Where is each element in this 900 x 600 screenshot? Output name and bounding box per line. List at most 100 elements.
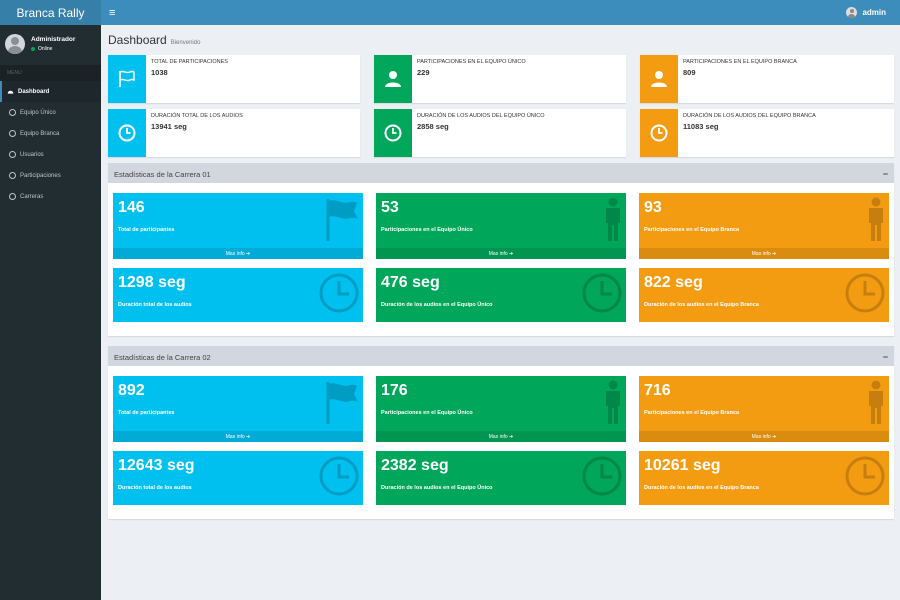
stat-label: Total de participantes — [118, 227, 175, 233]
sidebar-item-equipo-unico[interactable]: Equipo Único — [0, 102, 101, 123]
clock-icon — [845, 273, 885, 313]
stat-label: Participaciones en el Equipo Branca — [644, 410, 740, 416]
clock-icon — [640, 109, 678, 157]
main-content: Dashboard Bienvenido TOTAL DE PARTICIPAC… — [101, 25, 900, 600]
top-header: Branca Rally ≡ admin — [0, 0, 900, 25]
stat-value: 822 seg — [644, 274, 703, 291]
app-logo[interactable]: Branca Rally — [0, 0, 101, 25]
arrow-circle-right-icon: ➜ — [246, 250, 251, 257]
more-info-link[interactable]: Mas info ➜ — [376, 431, 626, 442]
info-box-value: 1038 — [151, 68, 168, 77]
info-box-value: 11083 seg — [683, 122, 719, 131]
stat-label: Participaciones en el Equipo Único — [381, 410, 473, 416]
more-info-label: Mas info — [488, 433, 508, 440]
page-title: Dashboard — [108, 33, 167, 47]
stat-value: 176 — [381, 382, 408, 399]
stat-label: Duración de los audios en el Equipo Bran… — [644, 485, 759, 491]
more-info-label: Mas info — [488, 250, 508, 257]
sidebar: Administrador Online MENU Dashboard Equi… — [0, 25, 101, 600]
arrow-circle-right-icon: ➜ — [772, 250, 777, 257]
circle-icon — [9, 151, 16, 158]
stat-label: Duración de los audios en el Equipo Bran… — [644, 302, 759, 308]
stat-box-duracion-total: 12643 seg Duración total de los audios — [113, 451, 363, 505]
user-menu[interactable]: admin — [846, 7, 886, 18]
info-box-duracion-total: DURACIÓN TOTAL DE LOS AUDIOS 13941 seg — [108, 109, 360, 157]
stat-value: 476 seg — [381, 274, 440, 291]
clock-icon — [845, 456, 885, 496]
sidebar-item-label: Usuarios — [20, 151, 44, 158]
stat-value: 1298 seg — [118, 274, 186, 291]
stat-label: Total de participantes — [118, 410, 175, 416]
stat-label: Duración total de los audios — [118, 302, 192, 308]
info-box-value: 809 — [683, 68, 696, 77]
section-carrera-01: Estadísticas de la Carrera 01 − 146 Tota… — [108, 163, 894, 336]
stat-label: Duración de los audios en el Equipo Únic… — [381, 485, 493, 491]
stat-box-duracion-total: 1298 seg Duración total de los audios — [113, 268, 363, 322]
stat-box-participaciones-unico: 176 Participaciones en el Equipo Único M… — [376, 376, 626, 442]
sidebar-item-carreras[interactable]: Carreras — [0, 186, 101, 207]
stat-value: 12643 seg — [118, 457, 195, 474]
circle-icon — [9, 130, 16, 137]
info-box-duracion-branca: DURACIÓN DE LOS AUDIOS DEL EQUIPO BRANCA… — [640, 109, 894, 157]
info-box-label: TOTAL DE PARTICIPACIONES — [151, 59, 228, 65]
stat-box-participaciones-branca: 93 Participaciones en el Equipo Branca M… — [639, 193, 889, 259]
user-menu-label: admin — [862, 8, 886, 17]
sidebar-item-usuarios[interactable]: Usuarios — [0, 144, 101, 165]
stat-box-duracion-unico: 2382 seg Duración de los audios en el Eq… — [376, 451, 626, 505]
stat-label: Duración total de los audios — [118, 485, 192, 491]
dashboard-icon — [7, 90, 14, 94]
info-box-label: PARTICIPACIONES EN EL EQUIPO BRANCA — [683, 59, 797, 65]
info-box-value: 2858 seg — [417, 122, 449, 131]
clock-icon — [319, 273, 359, 313]
sidebar-item-label: Dashboard — [18, 88, 50, 95]
info-box-total-participaciones: TOTAL DE PARTICIPACIONES 1038 — [108, 55, 360, 103]
user-status-label: Online — [38, 45, 53, 52]
info-box-value: 13941 seg — [151, 122, 187, 131]
circle-icon — [9, 109, 16, 116]
more-info-label: Mas info — [225, 250, 245, 257]
person-icon — [606, 197, 620, 241]
sidebar-item-label: Carreras — [20, 193, 44, 200]
info-box-label: PARTICIPACIONES EN EL EQUIPO ÚNICO — [417, 59, 526, 65]
clock-icon — [319, 456, 359, 496]
user-icon — [374, 55, 412, 103]
stat-box-participaciones-branca: 716 Participaciones en el Equipo Branca … — [639, 376, 889, 442]
clock-icon — [582, 456, 622, 496]
online-dot-icon — [31, 46, 35, 51]
stat-box-total-participantes: 146 Total de participantes Mas info ➜ — [113, 193, 363, 259]
more-info-link[interactable]: Mas info ➜ — [639, 248, 889, 259]
user-avatar-icon — [846, 7, 858, 18]
info-box-label: DURACIÓN DE LOS AUDIOS DEL EQUIPO ÚNICO — [417, 113, 545, 119]
more-info-label: Mas info — [751, 433, 771, 440]
circle-icon — [9, 172, 16, 179]
hamburger-menu-icon[interactable]: ≡ — [109, 7, 115, 19]
stat-value: 93 — [644, 199, 662, 216]
sidebar-item-label: Participaciones — [20, 172, 61, 179]
info-box-duracion-unico: DURACIÓN DE LOS AUDIOS DEL EQUIPO ÚNICO … — [374, 109, 626, 157]
stat-box-duracion-unico: 476 seg Duración de los audios en el Equ… — [376, 268, 626, 322]
more-info-link[interactable]: Mas info ➜ — [113, 248, 363, 259]
stat-label: Duración de los audios en el Equipo Únic… — [381, 302, 493, 308]
stat-label: Participaciones en el Equipo Branca — [644, 227, 740, 233]
arrow-circle-right-icon: ➜ — [509, 250, 514, 257]
more-info-label: Mas info — [751, 250, 771, 257]
stat-value: 2382 seg — [381, 457, 449, 474]
clock-icon — [374, 109, 412, 157]
menu-header: MENU — [0, 65, 101, 81]
more-info-link[interactable]: Mas info ➜ — [113, 431, 363, 442]
clock-icon — [108, 109, 146, 157]
person-icon — [869, 380, 883, 424]
info-box-label: DURACIÓN TOTAL DE LOS AUDIOS — [151, 113, 243, 119]
collapse-button[interactable]: − — [883, 169, 888, 179]
sidebar-item-dashboard[interactable]: Dashboard — [0, 81, 101, 102]
user-icon — [640, 55, 678, 103]
sidebar-item-equipo-branca[interactable]: Equipo Branca — [0, 123, 101, 144]
collapse-button[interactable]: − — [883, 352, 888, 362]
stat-value: 10261 seg — [644, 457, 721, 474]
stat-value: 892 — [118, 382, 145, 399]
more-info-link[interactable]: Mas info ➜ — [639, 431, 889, 442]
stat-box-participaciones-unico: 53 Participaciones en el Equipo Único Ma… — [376, 193, 626, 259]
more-info-link[interactable]: Mas info ➜ — [376, 248, 626, 259]
arrow-circle-right-icon: ➜ — [509, 433, 514, 440]
sidebar-item-participaciones[interactable]: Participaciones — [0, 165, 101, 186]
